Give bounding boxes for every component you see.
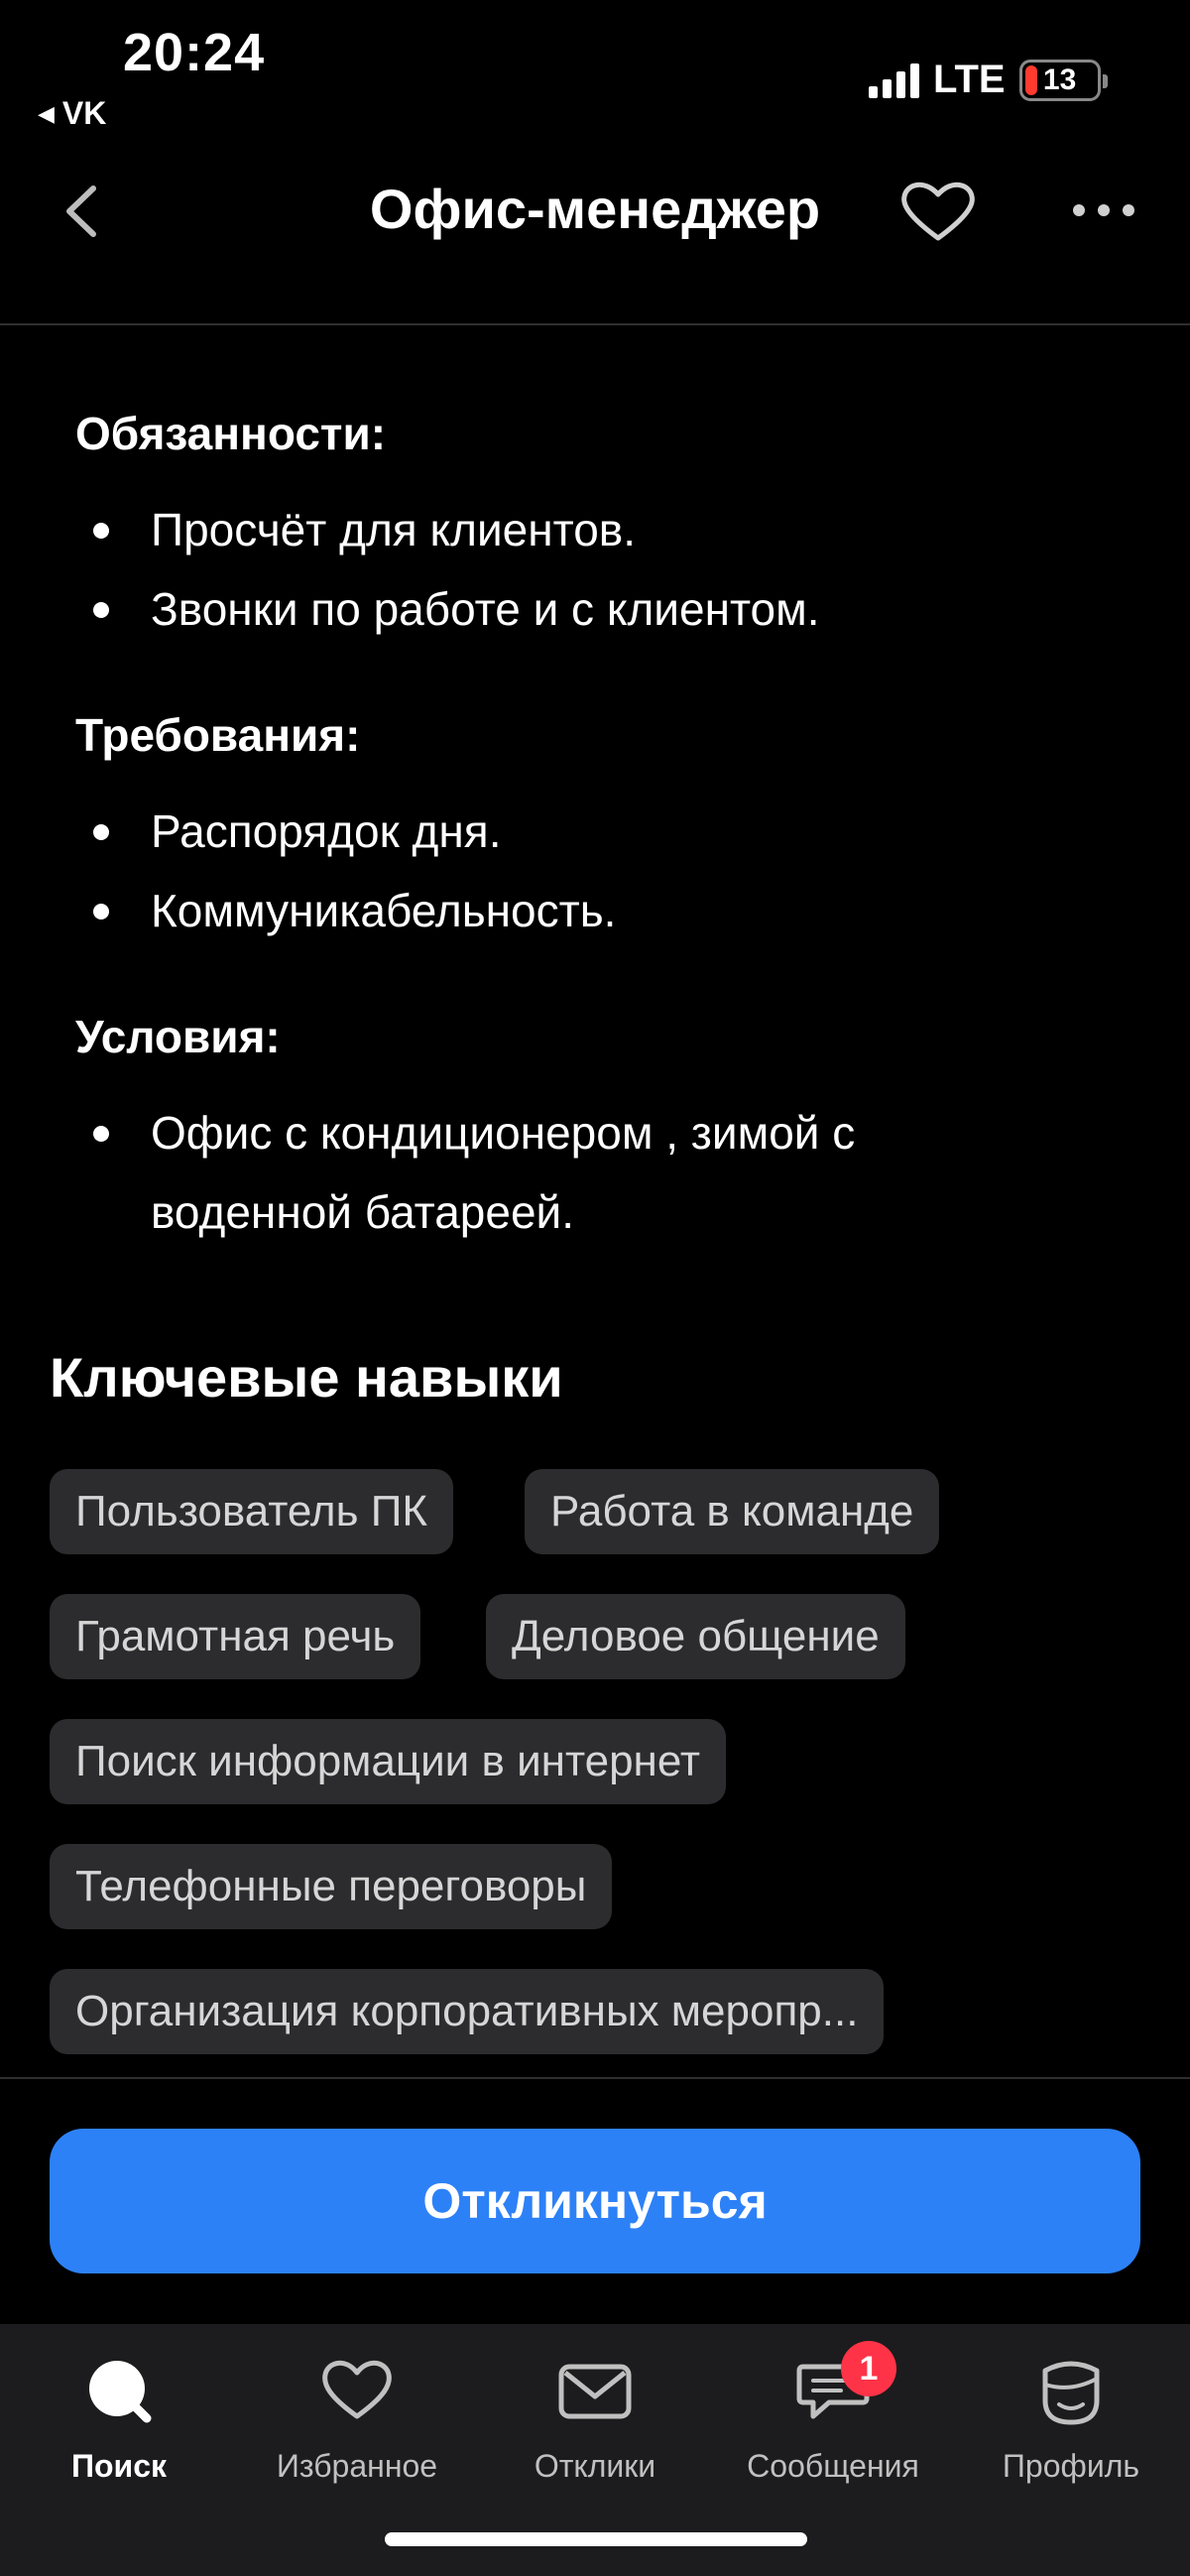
status-time: 20:24: [123, 23, 266, 82]
heart-icon: [322, 2360, 392, 2419]
profile-icon: [1042, 2361, 1100, 2425]
tab-profile[interactable]: Профиль: [952, 2337, 1190, 2486]
network-type: LTE: [933, 58, 1006, 101]
page-title: Офис-менеджер: [369, 178, 821, 240]
tab-label: Отклики: [534, 2448, 656, 2484]
skill-chip[interactable]: Пользователь ПК: [50, 1469, 454, 1554]
tab-search[interactable]: Поиск: [0, 2337, 238, 2486]
skill-chip[interactable]: Поиск информации в интернет: [50, 1719, 727, 1804]
skill-chip[interactable]: Организация корпоративных меропр...: [50, 1969, 885, 2054]
requirements-heading: Требования:: [75, 709, 361, 761]
battery-level: 13: [1042, 62, 1077, 96]
tab-label: Профиль: [1002, 2448, 1140, 2484]
unread-badge: 1: [841, 2341, 896, 2396]
status-indicators: LTE 13: [869, 58, 1108, 102]
skill-chip[interactable]: Грамотная речь: [50, 1594, 421, 1679]
back-triangle-icon: ◀: [38, 100, 55, 126]
skill-chip[interactable]: Работа в команде: [525, 1469, 940, 1554]
respond-button[interactable]: Откликнуться: [50, 2129, 1140, 2273]
duties-heading: Обязанности:: [75, 408, 387, 459]
conditions-heading: Условия:: [75, 1011, 281, 1062]
tab-label: Поиск: [70, 2448, 168, 2484]
chat-icon-wrap: 1: [793, 2341, 896, 2430]
tab-messages[interactable]: 1 Сообщения: [714, 2337, 952, 2486]
skill-chip[interactable]: Телефонные переговоры: [50, 1844, 613, 1929]
favorite-heart-icon[interactable]: [898, 177, 978, 246]
home-indicator: [385, 2532, 807, 2546]
skills-title: Ключевые навыки: [50, 1346, 563, 1409]
header-divider: [0, 323, 1190, 325]
signal-icon: [869, 62, 919, 98]
tab-responses[interactable]: Отклики: [476, 2337, 714, 2486]
content-divider: [0, 2077, 1190, 2079]
more-options-icon[interactable]: [1071, 188, 1136, 232]
tab-label: Избранное: [276, 2448, 438, 2484]
search-icon: [89, 2361, 152, 2423]
envelope-icon: [558, 2364, 632, 2419]
tab-label: Сообщения: [747, 2448, 919, 2484]
back-app-label: VK: [61, 95, 107, 131]
tab-favorites[interactable]: Избранное: [238, 2337, 476, 2486]
skill-chip[interactable]: Деловое общение: [486, 1594, 905, 1679]
back-to-app-link[interactable]: ◀ VK: [38, 95, 106, 132]
battery-icon: 13: [1018, 59, 1108, 101]
